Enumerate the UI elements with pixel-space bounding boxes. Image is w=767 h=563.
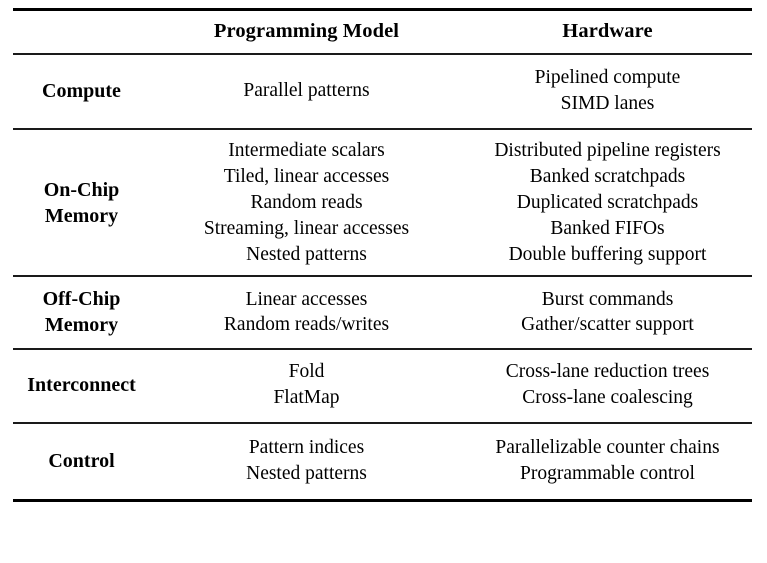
cell-line: SIMD lanes xyxy=(560,92,655,114)
row-label-control: Control xyxy=(13,422,150,503)
cell-line: Fold xyxy=(288,361,325,383)
cell-on-chip-memory-programming-model: Intermediate scalars Tiled, linear access… xyxy=(150,127,463,277)
cell-off-chip-memory-programming-model: Linear accesses Random reads/writes xyxy=(150,275,463,350)
cell-line: Gather/scatter support xyxy=(521,314,694,336)
row-label-on-chip-memory: On-Chip Memory xyxy=(13,127,150,277)
table-header-row: Programming Model Hardware xyxy=(13,8,752,54)
row-label-off-chip-memory: Off-Chip Memory xyxy=(13,275,150,350)
comparison-table: Programming Model Hardware Compute Paral… xyxy=(13,8,752,503)
table-container: Programming Model Hardware Compute Paral… xyxy=(0,0,767,563)
cell-line: Pattern indices xyxy=(248,437,365,459)
cell-line: Parallel patterns xyxy=(243,79,370,101)
cell-compute-programming-model: Parallel patterns xyxy=(150,53,463,129)
column-header-programming-model: Programming Model xyxy=(150,8,463,54)
cell-line: Double buffering support xyxy=(508,243,707,265)
table-header: Programming Model Hardware xyxy=(13,8,752,54)
cell-line: Burst commands xyxy=(541,288,674,310)
cell-interconnect-hardware: Cross-lane reduction trees Cross-lane coa… xyxy=(463,348,752,424)
table-row-control: Control Pattern indices Nested patterns P… xyxy=(13,422,752,503)
cell-line: Streaming, linear accesses xyxy=(203,217,410,239)
table-row-off-chip-memory: Off-Chip Memory Linear accesses Random re… xyxy=(13,275,752,350)
cell-on-chip-memory-hardware: Distributed pipeline registers Banked scr… xyxy=(463,127,752,277)
cell-compute-hardware: Pipelined compute SIMD lanes xyxy=(463,53,752,129)
cell-line: Distributed pipeline registers xyxy=(494,139,721,161)
cell-line: FlatMap xyxy=(273,387,340,409)
row-label-compute: Compute xyxy=(13,53,150,129)
column-header-category xyxy=(13,8,150,54)
cell-line: Tiled, linear accesses xyxy=(223,165,390,187)
table-row-interconnect: Interconnect Fold FlatMap Cross-lane redu… xyxy=(13,348,752,424)
cell-line: Banked FIFOs xyxy=(550,217,665,239)
cell-line: Programmable control xyxy=(520,463,695,485)
row-label-interconnect: Interconnect xyxy=(13,348,150,424)
cell-line: Banked scratchpads xyxy=(529,165,686,187)
cell-line: Linear accesses xyxy=(245,288,368,310)
cell-line: Nested patterns xyxy=(246,243,367,265)
cell-line: Random reads/writes xyxy=(223,314,390,336)
cell-off-chip-memory-hardware: Burst commands Gather/scatter support xyxy=(463,275,752,350)
cell-line: Nested patterns xyxy=(246,463,367,485)
table-row-compute: Compute Parallel patterns Pipelined comp… xyxy=(13,53,752,129)
cell-line: Pipelined compute xyxy=(534,67,681,88)
cell-control-programming-model: Pattern indices Nested patterns xyxy=(150,422,463,503)
cell-line: Intermediate scalars xyxy=(228,139,385,161)
cell-line: Duplicated scratchpads xyxy=(516,191,699,213)
cell-control-hardware: Parallelizable counter chains Programmabl… xyxy=(463,422,752,503)
cell-line: Random reads xyxy=(250,191,363,213)
cell-line: Cross-lane coalescing xyxy=(522,387,693,409)
cell-line: Parallelizable counter chains xyxy=(495,437,720,459)
column-header-hardware: Hardware xyxy=(463,8,752,54)
cell-interconnect-programming-model: Fold FlatMap xyxy=(150,348,463,424)
table-body: Compute Parallel patterns Pipelined comp… xyxy=(13,53,752,503)
cell-line: Cross-lane reduction trees xyxy=(505,361,710,383)
table-row-on-chip-memory: On-Chip Memory Intermediate scalars Tiled… xyxy=(13,127,752,277)
